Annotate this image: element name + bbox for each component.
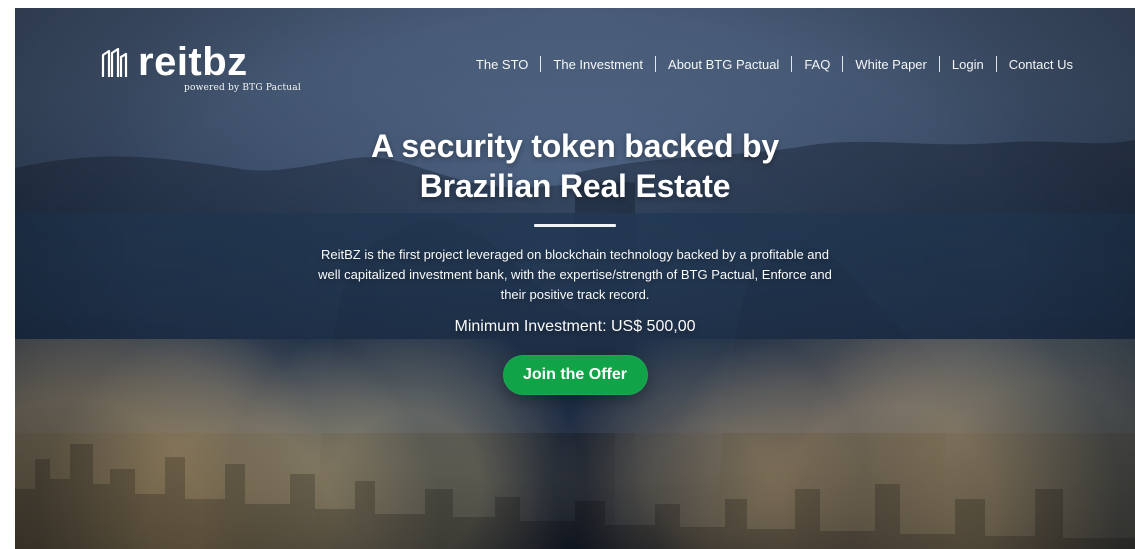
nav-item-contact-us[interactable]: Contact Us <box>1009 57 1073 72</box>
nav-separator <box>791 56 793 72</box>
headline-underline <box>534 224 616 227</box>
brand-tagline: powered by BTG Pactual <box>184 83 301 93</box>
minimum-investment: Minimum Investment: US$ 500,00 <box>454 318 696 335</box>
skyline-shape <box>15 444 1135 549</box>
hero-headline-line-1: A security token backed by <box>371 128 779 164</box>
nav-item-faq[interactable]: FAQ <box>804 57 830 72</box>
hero-headline-line-2: Brazilian Real Estate <box>419 168 731 204</box>
nav-separator <box>655 56 657 72</box>
building-logo-icon <box>101 48 128 77</box>
site-header: reitbz powered by BTG Pactual The STO Th… <box>15 8 1135 108</box>
hero-headline: A security token backed by Brazilian Rea… <box>315 126 835 206</box>
nav-separator <box>995 56 997 72</box>
nav-item-the-sto[interactable]: The STO <box>476 57 529 72</box>
nav-separator <box>938 56 940 72</box>
brand-logo[interactable]: reitbz powered by BTG Pactual <box>100 42 360 104</box>
nav-item-the-investment[interactable]: The Investment <box>553 57 643 72</box>
nav-item-about-btg-pactual[interactable]: About BTG Pactual <box>668 57 779 72</box>
nav-separator <box>842 56 844 72</box>
hero-content: A security token backed by Brazilian Rea… <box>15 126 1135 395</box>
nav-item-white-paper[interactable]: White Paper <box>855 57 927 72</box>
hero-frame: reitbz powered by BTG Pactual The STO Th… <box>15 8 1135 549</box>
hero-description: ReitBZ is the first project leveraged on… <box>318 247 832 302</box>
nav-separator <box>540 56 542 72</box>
nav-item-login[interactable]: Login <box>952 57 984 72</box>
brand-text: reitbz powered by BTG Pactual <box>138 42 301 93</box>
brand-name: reitbz <box>138 40 248 84</box>
main-nav: The STO The Investment About BTG Pactual… <box>476 56 1073 72</box>
join-offer-button[interactable]: Join the Offer <box>502 355 648 395</box>
